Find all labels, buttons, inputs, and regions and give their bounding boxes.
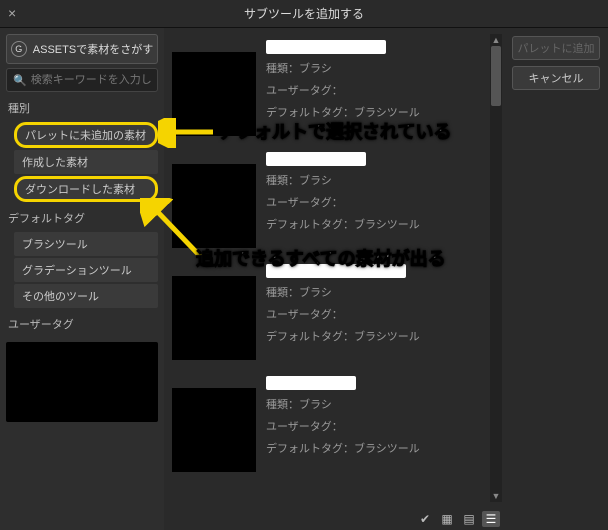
type-item-label: ダウンロードした素材 — [25, 184, 135, 196]
material-info: 種類：ブラシ ユーザータグ： デフォルトタグ：ブラシツール — [266, 374, 486, 472]
type-value: ブラシ — [299, 287, 332, 299]
defaulttag-label: デフォルトタグ： — [266, 107, 354, 119]
type-label: 種類： — [266, 399, 299, 411]
defaulttag-value: ブラシツール — [354, 107, 420, 119]
tag-item-label: その他のツール — [22, 291, 99, 303]
tag-item-brush[interactable]: ブラシツール — [14, 232, 158, 256]
material-thumbnail — [172, 164, 256, 248]
usertag-label: ユーザータグ： — [266, 197, 343, 209]
defaulttag-label: デフォルトタグ： — [266, 443, 354, 455]
type-item-label: パレットに未追加の素材 — [25, 130, 146, 142]
scroll-up-icon[interactable]: ▲ — [491, 34, 501, 46]
assets-button-label: ASSETSで素材をさがす — [33, 41, 153, 57]
material-thumbnail — [172, 52, 256, 136]
defaulttag-value: ブラシツール — [354, 331, 420, 343]
dialog-title: サブツールを追加する — [244, 5, 364, 22]
type-item-downloaded[interactable]: ダウンロードした素材 — [14, 176, 158, 202]
scroll-thumb[interactable] — [491, 46, 501, 106]
search-icon: 🔍 — [13, 74, 27, 87]
type-label: 種類： — [266, 175, 299, 187]
add-to-palette-button[interactable]: パレットに追加 — [512, 36, 600, 60]
list-item[interactable]: 種類：ブラシ ユーザータグ： デフォルトタグ：ブラシツール — [170, 146, 488, 252]
material-name — [266, 376, 356, 390]
view-grid-small-icon[interactable]: ▦ — [438, 511, 456, 527]
defaulttag-label: デフォルトタグ： — [266, 219, 354, 231]
scroll-track[interactable] — [490, 46, 502, 490]
usertag-label: ユーザータグ： — [266, 85, 343, 97]
material-list: 種類：ブラシ ユーザータグ： デフォルトタグ：ブラシツール 種類：ブラシ ユーザ… — [170, 34, 502, 476]
sidebar: G ASSETSで素材をさがす 🔍 種別 パレットに未追加の素材 作成した素材 … — [0, 28, 164, 530]
list-item[interactable]: 種類：ブラシ ユーザータグ： デフォルトタグ：ブラシツール — [170, 370, 488, 476]
material-thumbnail — [172, 388, 256, 472]
tag-item-label: グラデーションツール — [22, 265, 132, 277]
section-type-header: 種別 — [6, 96, 158, 118]
defaulttag-value: ブラシツール — [354, 219, 420, 231]
view-mode-bar: ✔ ▦ ▤ ☰ — [416, 510, 500, 528]
section-default-tag-header: デフォルトタグ — [6, 206, 158, 228]
section-user-tag-header: ユーザータグ — [6, 312, 158, 334]
material-name — [266, 152, 366, 166]
defaulttag-value: ブラシツール — [354, 443, 420, 455]
assets-search-button[interactable]: G ASSETSで素材をさがす — [6, 34, 158, 64]
type-value: ブラシ — [299, 399, 332, 411]
search-input[interactable] — [31, 74, 151, 86]
default-tag-tree: ブラシツール グラデーションツール その他のツール — [6, 232, 158, 308]
action-panel: パレットに追加 キャンセル — [504, 28, 608, 530]
list-item[interactable]: 種類：ブラシ ユーザータグ： デフォルトタグ：ブラシツール — [170, 34, 488, 140]
material-info: 種類：ブラシ ユーザータグ： デフォルトタグ：ブラシツール — [266, 262, 486, 360]
view-check-icon[interactable]: ✔ — [416, 511, 434, 527]
type-item-unadded[interactable]: パレットに未追加の素材 — [14, 122, 158, 148]
usertag-label: ユーザータグ： — [266, 421, 343, 433]
material-name — [266, 40, 386, 54]
view-grid-large-icon[interactable]: ▤ — [460, 511, 478, 527]
type-value: ブラシ — [299, 63, 332, 75]
scroll-down-icon[interactable]: ▼ — [491, 490, 501, 502]
cancel-button[interactable]: キャンセル — [512, 66, 600, 90]
user-tag-box — [6, 342, 158, 422]
list-item[interactable]: 種類：ブラシ ユーザータグ： デフォルトタグ：ブラシツール — [170, 258, 488, 364]
tag-item-other[interactable]: その他のツール — [14, 284, 158, 308]
close-icon[interactable]: × — [8, 6, 22, 20]
assets-logo-icon: G — [11, 41, 27, 57]
usertag-label: ユーザータグ： — [266, 309, 343, 321]
search-field[interactable]: 🔍 — [6, 68, 158, 92]
titlebar: × サブツールを追加する — [0, 0, 608, 28]
scrollbar[interactable]: ▲ ▼ — [490, 34, 502, 502]
material-list-panel: 種類：ブラシ ユーザータグ： デフォルトタグ：ブラシツール 種類：ブラシ ユーザ… — [164, 28, 504, 530]
type-label: 種類： — [266, 63, 299, 75]
material-thumbnail — [172, 276, 256, 360]
tag-item-gradation[interactable]: グラデーションツール — [14, 258, 158, 282]
material-info: 種類：ブラシ ユーザータグ： デフォルトタグ：ブラシツール — [266, 150, 486, 248]
type-item-created[interactable]: 作成した素材 — [14, 150, 158, 174]
material-info: 種類：ブラシ ユーザータグ： デフォルトタグ：ブラシツール — [266, 38, 486, 136]
type-item-label: 作成した素材 — [22, 157, 88, 169]
defaulttag-label: デフォルトタグ： — [266, 331, 354, 343]
type-tree: パレットに未追加の素材 作成した素材 ダウンロードした素材 — [6, 122, 158, 202]
type-value: ブラシ — [299, 175, 332, 187]
material-name — [266, 264, 406, 278]
tag-item-label: ブラシツール — [22, 239, 88, 251]
type-label: 種類： — [266, 287, 299, 299]
view-list-icon[interactable]: ☰ — [482, 511, 500, 527]
